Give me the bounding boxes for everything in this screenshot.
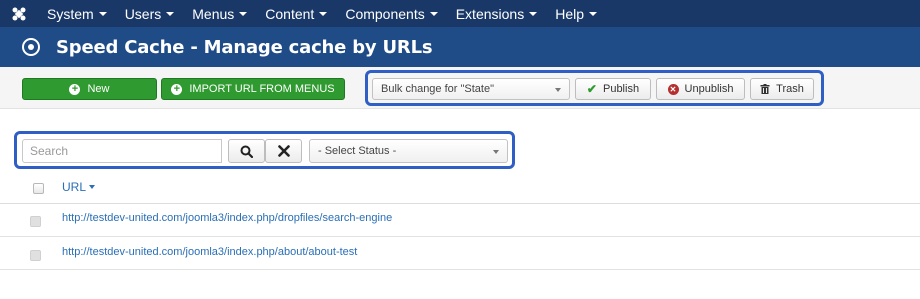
row-checkbox[interactable] (30, 250, 41, 261)
trash-button-label: Trash (776, 83, 804, 95)
table-header-row (0, 172, 920, 204)
row-url-link[interactable]: http://testdev-united.com/joomla3/index.… (62, 246, 357, 258)
bulk-state-select[interactable]: Bulk change for "State" (372, 78, 570, 100)
top-navbar: System Users Menus Content Components Ex… (0, 0, 920, 27)
nav-system-label: System (47, 5, 94, 22)
nav-help-menu[interactable]: Help (546, 0, 606, 27)
import-url-from-menus-button[interactable]: + IMPORT URL FROM MENUS (161, 78, 345, 100)
select-all-checkbox[interactable] (33, 183, 44, 194)
new-button[interactable]: + New (22, 78, 157, 100)
publish-button-label: Publish (602, 83, 640, 95)
plus-icon: + (171, 83, 183, 95)
chevron-down-icon (239, 11, 248, 16)
url-column-label: URL (62, 180, 87, 194)
title-bar: Speed Cache - Manage cache by URLs (0, 27, 920, 67)
nav-system-menu[interactable]: System (38, 0, 116, 27)
sort-desc-icon (89, 185, 96, 189)
plus-icon: + (69, 83, 81, 95)
trash-button[interactable]: Trash (750, 78, 814, 100)
row-url-link[interactable]: http://testdev-united.com/joomla3/index.… (62, 212, 392, 224)
url-column-header[interactable]: URL (62, 180, 96, 194)
search-icon (240, 145, 253, 158)
nav-extensions-menu[interactable]: Extensions (447, 0, 546, 27)
chevron-down-icon (166, 11, 175, 16)
status-filter-select[interactable]: - Select Status - (309, 139, 508, 163)
clear-search-button[interactable] (265, 139, 302, 163)
search-input[interactable] (22, 139, 222, 163)
nav-menus-menu[interactable]: Menus (183, 0, 256, 27)
bulk-state-select-value: Bulk change for "State" (381, 83, 494, 95)
nav-content-menu[interactable]: Content (256, 0, 336, 27)
page-title: Speed Cache - Manage cache by URLs (56, 36, 433, 58)
target-icon (22, 38, 40, 56)
nav-help-label: Help (555, 5, 584, 22)
nav-extensions-label: Extensions (455, 5, 525, 22)
nav-components-menu[interactable]: Components (336, 0, 446, 27)
x-circle-icon: ✕ (667, 83, 679, 95)
new-button-label: New (87, 83, 110, 95)
nav-users-menu[interactable]: Users (116, 0, 184, 27)
chevron-down-icon (319, 11, 328, 16)
nav-menus-label: Menus (192, 5, 235, 22)
chevron-down-icon (429, 11, 438, 16)
row-checkbox[interactable] (30, 216, 41, 227)
publish-button[interactable]: ✔ Publish (575, 78, 651, 100)
check-icon: ✔ (586, 82, 597, 96)
chevron-down-icon (493, 150, 499, 154)
status-filter-value: - Select Status - (318, 145, 397, 157)
chevron-down-icon (529, 11, 538, 16)
nav-components-label: Components (345, 5, 425, 22)
nav-users-label: Users (124, 5, 162, 22)
trash-icon (760, 84, 770, 94)
chevron-down-icon (589, 11, 597, 16)
chevron-down-icon (98, 11, 107, 16)
import-button-label: IMPORT URL FROM MENUS (189, 83, 335, 95)
close-icon (277, 145, 290, 157)
search-button[interactable] (228, 139, 265, 163)
unpublish-button[interactable]: ✕ Unpublish (656, 78, 745, 100)
unpublish-button-label: Unpublish (684, 83, 734, 95)
joomla-logo-icon[interactable] (0, 0, 38, 27)
nav-content-label: Content (265, 5, 315, 22)
chevron-down-icon (555, 88, 561, 92)
